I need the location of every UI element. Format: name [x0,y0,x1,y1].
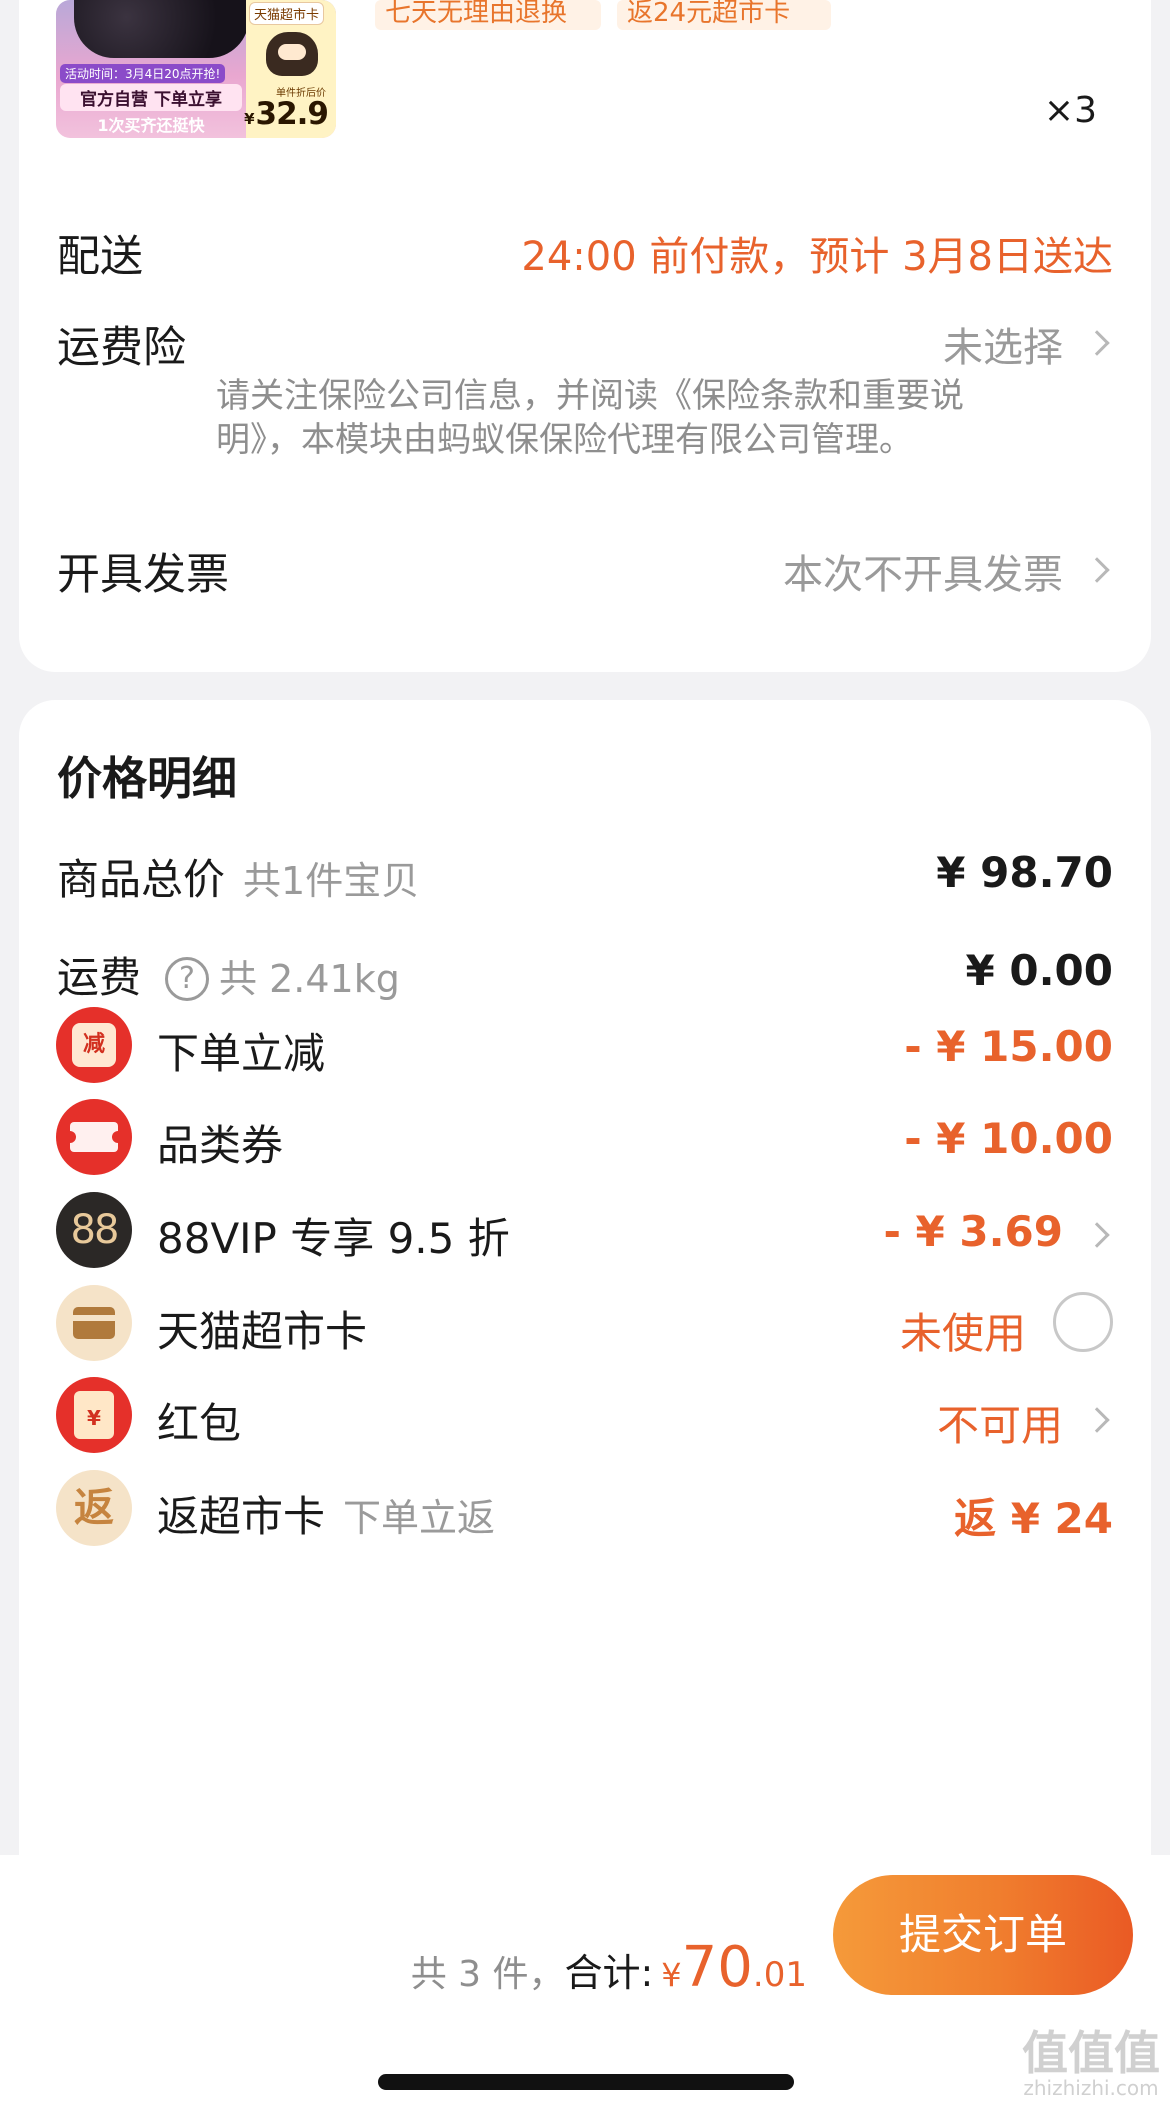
tmall-card-status: 未使用 [899,1309,1026,1358]
chevron-right-icon[interactable] [1084,557,1110,583]
price-detail-title: 价格明细 [57,752,238,805]
submit-order-button[interactable]: 提交订单 [833,1875,1133,1995]
site-watermark: 值值值 zhizhizhi.com [1022,2026,1160,2100]
chevron-right-icon[interactable] [1084,330,1110,356]
shipping-weight: 共 2.41kg [219,957,400,1001]
vip-discount-label: 88VIP 专享 9.5 折 [157,1214,510,1263]
delivery-label: 配送 [57,232,143,282]
thumb-event-time: 活动时间：3月4日20点开抢! [60,64,226,83]
total-decimal: .01 [752,1955,807,1995]
price-detail-card: 价格明细 商品总价 共1件宝贝 ¥ 98.70 运费? 共 2.41kg ¥ 0.0… [19,700,1151,1880]
insurance-notice: 请关注保险公司信息，并阅读《保险条款和重要说明》，本模块由蚂蚁保保险代理有限公司… [216,376,964,460]
discount-icon: 减 [56,1007,132,1083]
goods-total-label: 商品总价 共1件宝贝 [57,855,420,904]
thumb-price: ¥32.9 [244,96,329,132]
category-coupon-amount: - ¥ 10.00 [904,1114,1113,1163]
chevron-right-icon[interactable] [1084,1407,1110,1433]
total-integer: 70 [681,1935,753,2000]
product-image-cookies [74,0,249,58]
wallet-card-icon [56,1285,132,1361]
goods-total-amount: ¥ 98.70 [936,848,1113,897]
chevron-right-icon[interactable] [1084,1222,1110,1248]
coupon-ticket-icon [56,1099,132,1175]
shipping-fee-amount: ¥ 0.00 [965,946,1113,995]
category-coupon-label: 品类券 [157,1121,284,1170]
thumb-brand-label: 天猫超市卡 [248,2,324,25]
item-count: 共 3 件， [410,1954,565,1995]
product-thumbnail[interactable]: 天猫超市卡 单件折后价 ¥32.9 活动时间：3月4日20点开抢! 官方自营 下… [56,0,336,138]
vip-88-icon: 88 [56,1192,132,1268]
goods-count: 共1件宝贝 [243,859,420,903]
invoice-label: 开具发票 [57,550,229,600]
shipping-fee-label: 运费? 共 2.41kg [57,953,400,1002]
rebate-card-label: 返超市卡 下单立返 [157,1492,496,1541]
instant-discount-label: 下单立减 [157,1029,326,1078]
order-summary: 共 3 件，合计: ¥70.01 [411,1935,807,2000]
rebate-card-amount: 返 ¥ 24 [954,1494,1113,1543]
red-packet-label: 红包 [157,1399,242,1448]
tmall-mascot-icon [266,32,318,76]
thumb-subtitle: 1次买齐还挺快 [97,116,205,135]
tmall-card-label: 天猫超市卡 [157,1307,368,1356]
order-info-card: 天猫超市卡 单件折后价 ¥32.9 活动时间：3月4日20点开抢! 官方自营 下… [19,0,1151,672]
rebate-card-sub: 下单立返 [343,1496,496,1540]
thumb-price-panel: 天猫超市卡 单件折后价 ¥32.9 [244,0,336,138]
red-packet-status[interactable]: 不可用 [937,1392,1063,1453]
return-policy-tag: 七天无理由退换 [375,0,601,30]
shipping-insurance-label: 运费险 [57,323,186,373]
rebate-icon: 返 [56,1470,132,1546]
product-quantity: ×3 [1043,90,1097,131]
red-packet-icon: ¥ [56,1377,132,1453]
home-indicator[interactable] [378,2074,794,2090]
shipping-insurance-value[interactable]: 未选择 [943,315,1063,373]
total-label: 合计: [564,1951,654,1995]
vip-discount-amount[interactable]: - ¥ 3.69 [883,1207,1063,1256]
delivery-estimate: 24:00 前付款，预计 3月8日送达 [521,234,1113,280]
help-icon[interactable]: ? [165,957,210,1001]
invoice-value[interactable]: 本次不开具发票 [783,542,1063,600]
rebate-tag: 返24元超市卡 [617,0,831,30]
total-currency: ¥ [661,1956,682,1994]
tmall-card-radio[interactable] [1053,1292,1113,1352]
instant-discount-amount: - ¥ 15.00 [904,1022,1113,1071]
thumb-slogan: 官方自营 下单立享 [60,84,242,111]
